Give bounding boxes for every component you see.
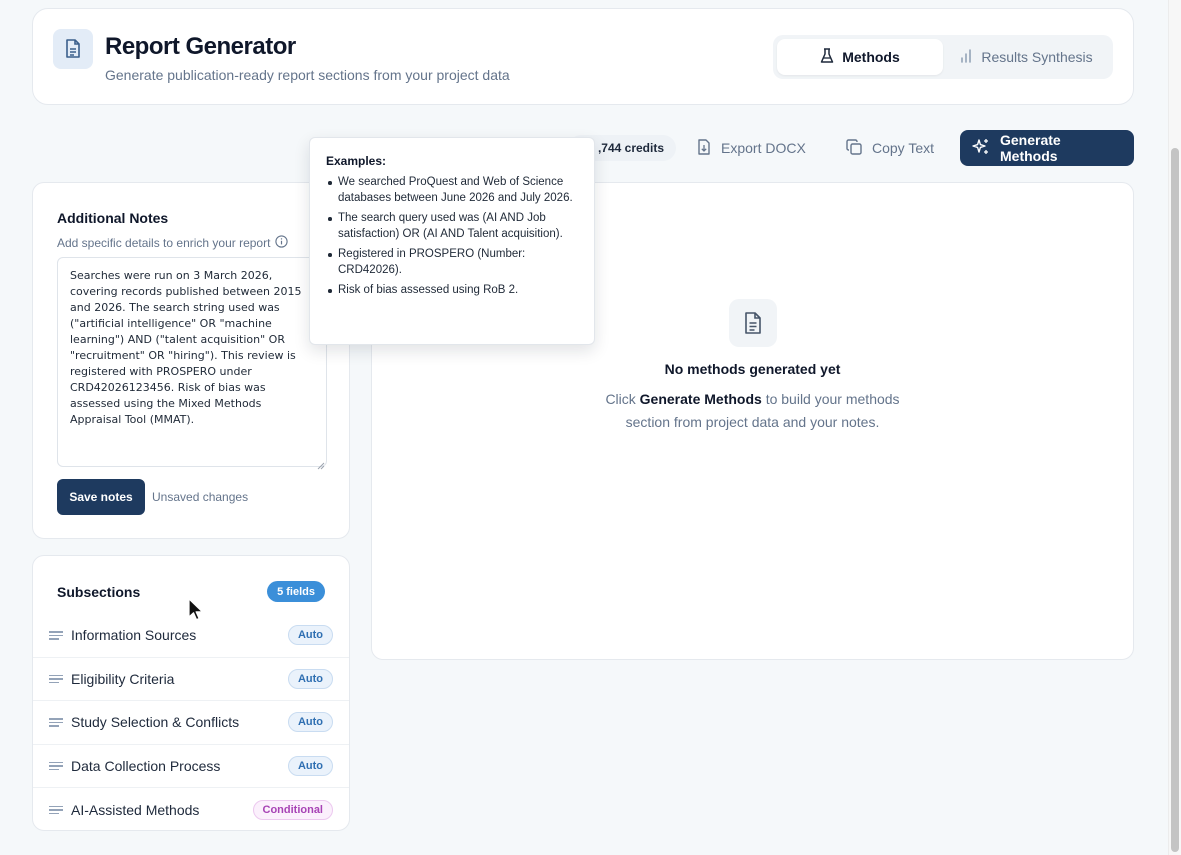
subsection-data-collection[interactable]: Data Collection Process Auto — [33, 745, 349, 788]
empty-desc-line2: section from project data and your notes… — [625, 414, 880, 430]
drag-handle-icon[interactable] — [49, 805, 63, 814]
tooltip-title: Examples: — [326, 154, 387, 168]
conditional-badge: Conditional — [252, 799, 333, 820]
notes-textarea[interactable]: Searches were run on 3 March 2026, cover… — [57, 257, 327, 467]
subsections-card: Subsections 5 fields Information Sources… — [32, 555, 350, 831]
info-icon[interactable] — [275, 235, 289, 251]
copy-icon — [846, 138, 862, 158]
resize-grip-icon[interactable] — [317, 457, 325, 475]
unsaved-status: Unsaved changes — [152, 490, 249, 504]
tab-results-label: Results Synthesis — [981, 49, 1093, 65]
subsection-ai-assisted-methods[interactable]: AI-Assisted Methods Conditional — [33, 788, 349, 830]
examples-tooltip: Examples: We searched ProQuest and Web o… — [309, 137, 595, 345]
fields-count-badge: 5 fields — [267, 581, 325, 602]
empty-desc-prefix: Click — [605, 391, 640, 407]
generate-methods-button[interactable]: Generate Methods — [960, 130, 1134, 166]
tooltip-item: Risk of bias assessed using RoB 2. — [326, 282, 578, 298]
tab-results-synthesis[interactable]: Results Synthesis — [943, 39, 1109, 75]
empty-desc-suffix: to build your methods — [761, 391, 900, 407]
tab-bar: Methods Results Synthesis — [773, 35, 1113, 79]
auto-badge: Auto — [287, 755, 333, 776]
tooltip-item: Registered in PROSPERO (Number: CRD42026… — [326, 246, 578, 278]
auto-badge: Auto — [287, 668, 333, 689]
notes-card: Additional Notes Add specific details to… — [32, 182, 350, 539]
flask-icon — [820, 47, 834, 67]
drag-handle-icon[interactable] — [49, 631, 63, 640]
save-notes-button[interactable]: Save notes — [57, 479, 145, 515]
subsections-title: Subsections — [57, 584, 141, 600]
generate-methods-label: Generate Methods — [1000, 132, 1061, 164]
page-scrollbar[interactable] — [1168, 0, 1181, 855]
empty-state-title: No methods generated yet — [664, 361, 841, 377]
drag-handle-icon[interactable] — [49, 718, 63, 727]
export-docx-button[interactable]: Export DOCX — [685, 130, 818, 166]
drag-handle-icon[interactable] — [49, 761, 63, 770]
export-docx-label: Export DOCX — [721, 140, 806, 156]
page-subtitle: Generate publication-ready report sectio… — [105, 67, 510, 83]
page-title: Report Generator — [105, 33, 296, 60]
drag-handle-icon[interactable] — [49, 674, 63, 683]
copy-text-label: Copy Text — [872, 140, 934, 156]
mouse-pointer-icon — [188, 598, 204, 627]
subsection-eligibility-criteria[interactable]: Eligibility Criteria Auto — [33, 658, 349, 701]
copy-text-button[interactable]: Copy Text — [834, 130, 946, 166]
document-icon — [53, 29, 93, 69]
auto-badge: Auto — [287, 625, 333, 646]
empty-desc-bold: Generate Methods — [639, 391, 762, 407]
notes-hint-text: Add specific details to enrich your repo… — [57, 236, 271, 250]
auto-badge: Auto — [287, 712, 333, 733]
empty-state-description: Click Generate Methods to build your met… — [372, 388, 1133, 434]
subsections-list: Information Sources Auto Eligibility Cri… — [33, 614, 349, 830]
tab-methods-label: Methods — [842, 49, 900, 65]
tooltip-item: The search query used was (AI AND Job sa… — [326, 210, 578, 242]
subsection-label: AI-Assisted Methods — [71, 801, 200, 818]
subsection-label: Eligibility Criteria — [71, 670, 175, 687]
sparkles-icon — [972, 138, 990, 159]
subsection-label: Data Collection Process — [71, 757, 221, 774]
scrollbar-thumb[interactable] — [1171, 148, 1179, 852]
tooltip-list: We searched ProQuest and Web of Science … — [326, 174, 578, 298]
header-card: Report Generator Generate publication-re… — [32, 8, 1134, 105]
tab-methods[interactable]: Methods — [777, 39, 943, 75]
subsection-study-selection[interactable]: Study Selection & Conflicts Auto — [33, 701, 349, 745]
subsection-label: Information Sources — [71, 627, 197, 644]
file-download-icon — [697, 138, 711, 158]
document-icon — [729, 299, 777, 347]
notes-title: Additional Notes — [57, 210, 169, 226]
tooltip-item: We searched ProQuest and Web of Science … — [326, 174, 578, 206]
subsection-label: Study Selection & Conflicts — [71, 714, 240, 731]
notes-hint: Add specific details to enrich your repo… — [57, 235, 289, 251]
bar-chart-icon — [959, 48, 973, 66]
